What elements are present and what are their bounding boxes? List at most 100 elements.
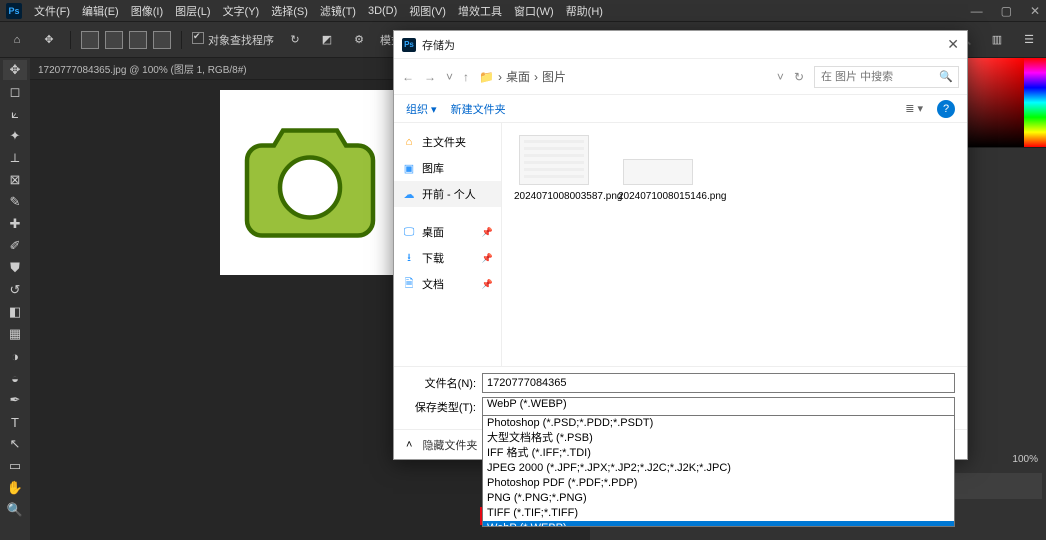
frame-tool[interactable]: ⊠ [3,170,27,190]
eraser-tool[interactable]: ◧ [3,302,27,322]
menu-icon[interactable]: ☰ [1018,29,1040,51]
brush-tool[interactable]: ✐ [3,236,27,256]
settings-icon[interactable]: ⚙ [348,29,370,51]
close-icon[interactable]: ✕ [947,36,959,53]
filename-input[interactable] [482,373,955,393]
pin-icon[interactable]: 📌 [482,227,493,238]
menu-item[interactable]: 图像(I) [131,3,163,19]
refresh-icon[interactable]: ↻ [794,70,804,84]
help-icon[interactable]: ? [937,100,955,118]
wand-tool[interactable]: ✦ [3,126,27,146]
breadcrumb[interactable]: 📁 › 桌面 › 图片 ˅ [479,68,784,85]
type-option[interactable]: Photoshop (*.PSD;*.PDD;*.PSDT) [483,416,954,431]
pen-tool[interactable]: ✒ [3,390,27,410]
filename-label: 文件名(N): [406,375,476,391]
dodge-tool[interactable]: ◒ [3,368,27,388]
menu-item[interactable]: 图层(L) [175,3,210,19]
dialog-titlebar: Ps 存储为 ✕ [394,31,967,59]
menu-item[interactable]: 编辑(E) [82,3,119,19]
menu-item[interactable]: 视图(V) [409,3,446,19]
tools-panel: ✥ ◻ ⟀ ✦ ⟂ ⊠ ✎ ✚ ✐ ⛊ ↺ ◧ ▦ ◑ ◒ ✒ T ↖ ▭ ✋ … [0,58,30,540]
gradient-tool[interactable]: ▦ [3,324,27,344]
menu-item[interactable]: 3D(D) [368,5,397,17]
history-brush-tool[interactable]: ↺ [3,280,27,300]
hand-tool[interactable]: ✋ [3,478,27,498]
file-item[interactable]: 2024071008003587.png [514,135,594,202]
dialog-toolbar: 组织 ▾ 新建文件夹 ≣ ▾ ? [394,95,967,123]
crumb[interactable]: 桌面 [506,68,530,85]
menu-item[interactable]: 滤镜(T) [320,3,356,19]
type-option-selected[interactable]: WebP (*.WEBP) [483,521,954,527]
square-icon[interactable] [81,31,99,49]
canvas[interactable] [220,90,400,275]
collapse-icon[interactable]: ˄ [406,439,412,451]
shape-tool[interactable]: ▭ [3,456,27,476]
move-tool[interactable]: ✥ [3,60,27,80]
eyedropper-tool[interactable]: ✎ [3,192,27,212]
opacity-value[interactable]: 100% [1012,454,1038,465]
sidebar-item-documents[interactable]: 🗎文档📌 [394,271,501,297]
type-option[interactable]: TIFF (*.TIF;*.TIFF) [483,506,954,521]
menu-item[interactable]: 文字(Y) [223,3,260,19]
forward-icon[interactable]: → [424,70,436,84]
file-thumbnail [623,159,693,185]
square-icon[interactable] [153,31,171,49]
dialog-fields: 文件名(N): 保存类型(T): WebP (*.WEBP) Photoshop… [394,366,967,429]
heal-tool[interactable]: ✚ [3,214,27,234]
sidebar-item-downloads[interactable]: ⭳下载📌 [394,245,501,271]
type-option[interactable]: IFF 格式 (*.IFF;*.TDI) [483,446,954,461]
type-option[interactable]: Photoshop PDF (*.PDF;*.PDP) [483,476,954,491]
picker-icon[interactable]: ◩ [316,29,338,51]
maximize-icon[interactable]: ▢ [1001,4,1012,18]
document-icon: 🗎 [402,275,416,294]
refresh-icon[interactable]: ↻ [284,29,306,51]
blur-tool[interactable]: ◑ [3,346,27,366]
up-icon[interactable]: ↑ [463,70,469,84]
recent-icon[interactable]: ˅ [446,70,453,84]
menu-item[interactable]: 窗口(W) [514,3,554,19]
crumb[interactable]: 图片 [542,68,566,85]
minimize-icon[interactable]: — [971,4,983,18]
search-input[interactable] [814,66,959,88]
marquee-tool[interactable]: ◻ [3,82,27,102]
type-option[interactable]: PNG (*.PNG;*.PNG) [483,491,954,506]
align-checkbox[interactable]: 对象查找程序 [192,32,274,48]
menu-item[interactable]: 帮助(H) [566,3,603,19]
move-tool-icon[interactable]: ✥ [38,29,60,51]
menu-item[interactable]: 文件(F) [34,3,70,19]
crop-tool[interactable]: ⟂ [3,148,27,168]
close-icon[interactable]: ✕ [1030,4,1040,18]
pin-icon[interactable]: 📌 [482,279,493,290]
new-folder-button[interactable]: 新建文件夹 [451,101,506,117]
menu-item[interactable]: 增效工具 [458,3,502,19]
sidebar-item-gallery[interactable]: ▣图库 [394,155,501,181]
home-icon: ⌂ [402,136,416,148]
square-icon[interactable] [105,31,123,49]
type-select[interactable]: WebP (*.WEBP) [482,397,955,417]
sidebar-item-cloud[interactable]: ☁开前 - 个人 [394,181,501,207]
organize-button[interactable]: 组织 ▾ [406,101,437,117]
camera-icon [235,113,385,253]
square-icon[interactable] [129,31,147,49]
mode-icons [81,31,171,49]
sidebar-item-desktop[interactable]: 🖵桌面📌 [394,219,501,245]
type-option[interactable]: JPEG 2000 (*.JPF;*.JPX;*.JP2;*.J2C;*.J2K… [483,461,954,476]
sidebar-item-home[interactable]: ⌂主文件夹 [394,129,501,155]
path-tool[interactable]: ↖ [3,434,27,454]
hue-slider[interactable] [1024,58,1046,147]
cloud-icon: ☁ [402,188,416,201]
lasso-tool[interactable]: ⟀ [3,104,27,124]
type-tool[interactable]: T [3,412,27,432]
menu-item[interactable]: 选择(S) [271,3,308,19]
panel-icon[interactable]: ▥ [986,29,1008,51]
zoom-tool[interactable]: 🔍 [3,500,27,520]
back-icon[interactable]: ← [402,70,414,84]
pin-icon[interactable]: 📌 [482,253,493,264]
hide-folders-button[interactable]: 隐藏文件夹 [422,437,477,453]
view-icon[interactable]: ≣ ▾ [905,102,923,115]
file-item[interactable]: 2024071008015146.png [618,135,698,202]
type-option[interactable]: 大型文档格式 (*.PSB) [483,431,954,446]
home-icon[interactable]: ⌂ [6,29,28,51]
app-icon: Ps [402,38,416,52]
stamp-tool[interactable]: ⛊ [3,258,27,278]
